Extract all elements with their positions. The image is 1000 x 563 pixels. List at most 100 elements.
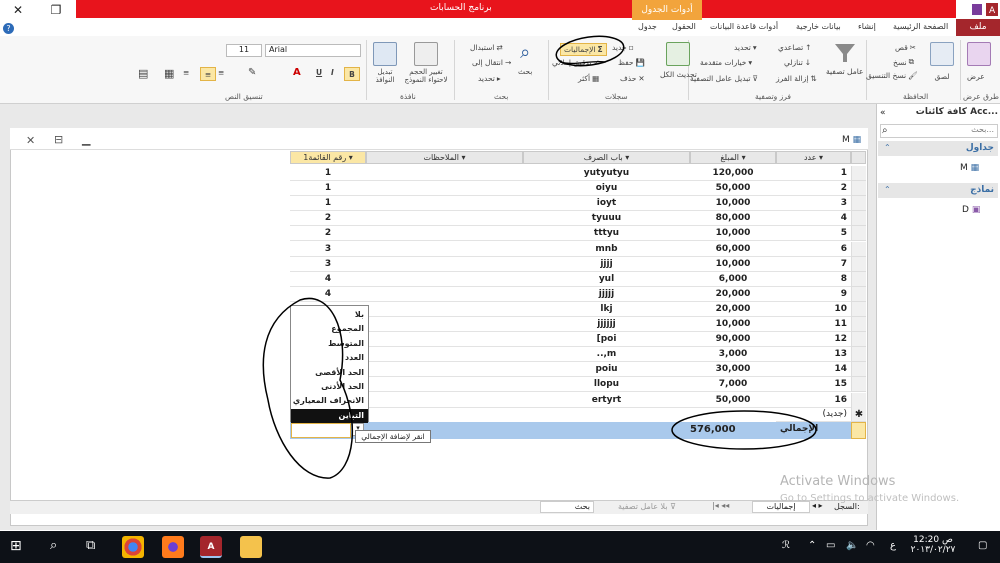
totals-amount[interactable]: 576,000 xyxy=(690,424,736,435)
people-icon[interactable]: ℛ xyxy=(782,540,790,551)
switch-windows-button[interactable]: تبديل النوافذ xyxy=(370,42,400,84)
nav-search-input[interactable]: بحث... xyxy=(880,124,998,138)
cell-category[interactable]: [poi xyxy=(523,332,690,348)
cell-amount[interactable]: 3,000 xyxy=(690,347,776,363)
tab-file[interactable]: ملف xyxy=(956,19,1000,37)
cell-category[interactable]: jjjjjj xyxy=(523,317,690,332)
font-name-select[interactable]: Arial xyxy=(265,44,361,57)
cell-category[interactable]: yul xyxy=(523,272,690,287)
cell-category[interactable]: mnb xyxy=(523,242,690,257)
refresh-all-button[interactable]: تحديث الكل xyxy=(660,42,697,79)
tab-home[interactable]: الصفحة الرئيسية xyxy=(893,22,948,31)
restore-window-button[interactable]: ❐ xyxy=(42,0,70,20)
cell-amount[interactable]: 90,000 xyxy=(690,332,776,348)
language-indicator[interactable]: ع xyxy=(890,540,896,551)
cell-amount[interactable]: 10,000 xyxy=(690,317,776,332)
cut-button[interactable]: قص ✂ xyxy=(895,43,916,52)
tab-fields[interactable]: الحقول xyxy=(672,22,696,31)
cell-notes[interactable] xyxy=(366,181,523,197)
cell-list-number[interactable]: 1 xyxy=(290,196,366,212)
cell-count[interactable]: 7 xyxy=(776,257,851,272)
cell-notes[interactable] xyxy=(366,257,523,272)
cell-list-number[interactable]: 1 xyxy=(290,181,366,197)
underline-button[interactable]: U xyxy=(316,68,322,77)
battery-icon[interactable]: ▭ xyxy=(826,540,835,551)
cell-category[interactable]: oiyu xyxy=(523,181,690,197)
table-row[interactable]: 4 80,000 tyuuu 2 xyxy=(290,211,866,227)
nav-section-tables[interactable]: جداول xyxy=(878,141,998,156)
cell-list-number[interactable]: 2 xyxy=(290,226,366,242)
cell-notes[interactable] xyxy=(366,347,523,363)
cell-notes[interactable] xyxy=(366,166,523,181)
align-left-button[interactable]: ≡ xyxy=(183,68,189,77)
cell-count[interactable]: 12 xyxy=(776,332,851,348)
column-header-category[interactable]: باب الصرف ▾ xyxy=(523,151,690,164)
chevron-up-icon[interactable]: ⌃ xyxy=(808,540,816,551)
toggle-filter-button[interactable]: تبديل عامل التصفية ⊽ xyxy=(690,74,758,83)
font-size-select[interactable]: 11 xyxy=(226,44,262,57)
new-row-selector[interactable]: ✱ xyxy=(851,407,866,422)
cell-count[interactable]: 16 xyxy=(776,393,851,408)
total-function-option[interactable]: بلا xyxy=(291,308,368,322)
paste-button[interactable]: لصق xyxy=(930,42,954,81)
cell-count[interactable]: 13 xyxy=(776,347,851,363)
total-function-combo[interactable] xyxy=(291,423,351,438)
close-table-button[interactable]: ✕ xyxy=(26,134,35,147)
nav-collapse-button[interactable]: « xyxy=(880,108,886,118)
cell-count[interactable]: 9 xyxy=(776,287,851,302)
cell-notes[interactable] xyxy=(366,393,523,408)
font-color-button[interactable]: A xyxy=(293,67,301,78)
size-to-fit-button[interactable]: تغيير الحجم لاحتواء النموذج xyxy=(402,42,450,84)
cell-count[interactable]: 3 xyxy=(776,196,851,212)
table-row[interactable]: 14 30,000 poiu xyxy=(290,362,866,378)
spelling-button[interactable]: تدقيق إملائي ✓ xyxy=(552,58,600,67)
help-icon[interactable]: ? xyxy=(3,23,14,34)
highlight-button[interactable]: ✎ xyxy=(248,67,256,78)
cell-notes[interactable] xyxy=(366,317,523,332)
cell-amount[interactable]: 10,000 xyxy=(690,226,776,242)
cell-amount[interactable]: 50,000 xyxy=(690,393,776,408)
select-button[interactable]: تحديد ▸ xyxy=(478,74,501,83)
cell-notes[interactable] xyxy=(366,272,523,287)
table-row[interactable]: 12 90,000 [poi xyxy=(290,332,866,348)
column-header-amount[interactable]: المبلغ ▾ xyxy=(690,151,776,164)
total-function-option[interactable]: التباين xyxy=(291,408,368,423)
select-all-corner[interactable] xyxy=(851,151,866,164)
cell-notes[interactable] xyxy=(366,211,523,227)
cell-notes[interactable] xyxy=(366,302,523,317)
record-search-input[interactable]: بحث xyxy=(540,501,594,513)
cell-notes[interactable] xyxy=(366,287,523,302)
cell-count[interactable]: 8 xyxy=(776,272,851,287)
total-function-option[interactable]: الحد الأدنى xyxy=(291,380,368,394)
row-selector[interactable] xyxy=(851,256,866,272)
volume-icon[interactable]: 🔈 xyxy=(846,540,858,551)
column-header-notes[interactable]: الملاحظات ▾ xyxy=(366,151,523,164)
table-row[interactable]: 1 120,000 yutyutyu 1 xyxy=(290,166,866,181)
row-selector[interactable] xyxy=(851,347,866,363)
align-center-button[interactable]: ≡ xyxy=(200,67,216,81)
replace-button[interactable]: استبدال ⇄ xyxy=(470,43,503,52)
cell-amount[interactable]: 60,000 xyxy=(690,242,776,257)
bold-button[interactable]: B xyxy=(344,67,360,81)
row-selector[interactable] xyxy=(851,332,866,348)
cell-count[interactable]: 15 xyxy=(776,377,851,393)
total-function-option[interactable]: الحد الأقصى xyxy=(291,366,368,380)
row-selector[interactable] xyxy=(851,226,866,242)
delete-record-button[interactable]: حذف ✕ xyxy=(620,74,645,83)
restore-table-button[interactable]: ⊟ xyxy=(54,133,63,146)
row-selector[interactable] xyxy=(851,196,866,212)
sort-descending-button[interactable]: تنازلي ↓ xyxy=(784,58,811,67)
table-row[interactable]: 15 7,000 llopu xyxy=(290,377,866,393)
start-windows-icon[interactable]: ⊞ xyxy=(10,538,22,554)
cell-notes[interactable] xyxy=(366,226,523,242)
task-view-icon[interactable]: ⧉ xyxy=(86,538,95,553)
notifications-icon[interactable]: ▢ xyxy=(978,540,987,551)
record-last-button[interactable]: |◂ ◂◂ xyxy=(712,501,729,510)
tab-external-data[interactable]: بيانات خارجية xyxy=(796,22,841,31)
nav-item-form-d[interactable]: D ▣ xyxy=(962,205,980,215)
new-row[interactable]: (جديد) xyxy=(290,407,866,422)
copy-button[interactable]: نسخ ⧉ xyxy=(893,57,914,67)
row-selector[interactable] xyxy=(851,377,866,393)
no-filter-indicator[interactable]: بلا عامل تصفية ⊽ xyxy=(618,502,676,511)
cell-category[interactable]: llopu xyxy=(523,377,690,393)
